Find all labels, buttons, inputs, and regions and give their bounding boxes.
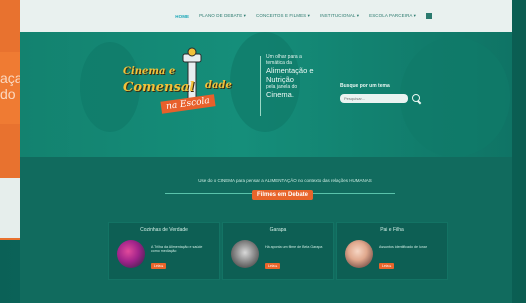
nav-plano-de-debate[interactable]: PLANO DE DEBATE ▾	[199, 13, 246, 19]
film-poster-image	[117, 240, 145, 268]
nav-institucional[interactable]: INSTITUCIONAL ▾	[320, 13, 359, 19]
website-screenshot: HOME PLANO DE DEBATE ▾ CONCEITOS E FILME…	[20, 0, 512, 303]
card-title: Garapa	[269, 227, 287, 233]
top-navigation-bar: HOME PLANO DE DEBATE ▾ CONCEITOS E FILME…	[20, 0, 512, 32]
read-more-button[interactable]: Leia ▸	[379, 263, 395, 269]
read-more-button[interactable]: Leia ▸	[265, 263, 281, 269]
intro-text: Use do o CINEMA para pensar a ALIMENTAÇÃ…	[198, 178, 372, 183]
card-description: A Trilha da Alimentação e saúde como med…	[151, 245, 203, 254]
film-cards: Cozinhas de Verdade A Trilha da Alimenta…	[108, 222, 448, 280]
film-poster-image	[345, 240, 373, 268]
card-description: Assuntos identificado de lunar	[379, 245, 427, 249]
film-card[interactable]: Pai e Filha Assuntos identificado de lun…	[336, 222, 448, 280]
search-panel: Busque por um tema	[340, 83, 421, 103]
filmes-em-debate-badge[interactable]: Filmes em Debate	[252, 190, 314, 200]
search-input[interactable]	[340, 94, 408, 103]
tagline-divider	[260, 56, 261, 116]
card-description: Há aponta um filme de Bela Garapa	[265, 245, 323, 249]
hero-tagline: Um olhar para a temática da Alimentação …	[266, 54, 336, 99]
search-label: Busque por um tema	[340, 83, 390, 89]
logo-text-line3: dade	[205, 80, 232, 91]
tagline-line-big: Alimentação e	[266, 66, 314, 75]
nav-escola-parceira[interactable]: ESCOLA PARCEIRA ▾	[369, 13, 416, 19]
logo-stamp: na Escola	[160, 94, 216, 114]
search-icon[interactable]	[412, 94, 421, 103]
film-card[interactable]: Cozinhas de Verdade A Trilha da Alimenta…	[108, 222, 220, 280]
tagline-line-big: Nutrição	[266, 75, 294, 84]
grid-menu-icon[interactable]	[426, 13, 432, 19]
logo-text-line1: Cinema e	[123, 66, 176, 77]
card-title: Pai e Filha	[380, 227, 404, 233]
card-title: Cozinhas de Verdade	[140, 227, 188, 233]
nav-home[interactable]: HOME	[175, 14, 189, 19]
search-row	[340, 94, 421, 103]
site-logo[interactable]: Cinema e Comensal dade na Escola	[123, 47, 243, 126]
logo-text-line2: Comensal	[123, 80, 195, 95]
film-card[interactable]: Garapa Há aponta um filme de Bela Garapa…	[222, 222, 334, 280]
nav-conceitos-e-filmes[interactable]: CONCEITOS E FILMES ▾	[256, 13, 310, 19]
tagline-line-big: Cinema.	[266, 90, 294, 99]
film-poster-image	[231, 240, 259, 268]
read-more-button[interactable]: Leia ▸	[151, 263, 167, 269]
